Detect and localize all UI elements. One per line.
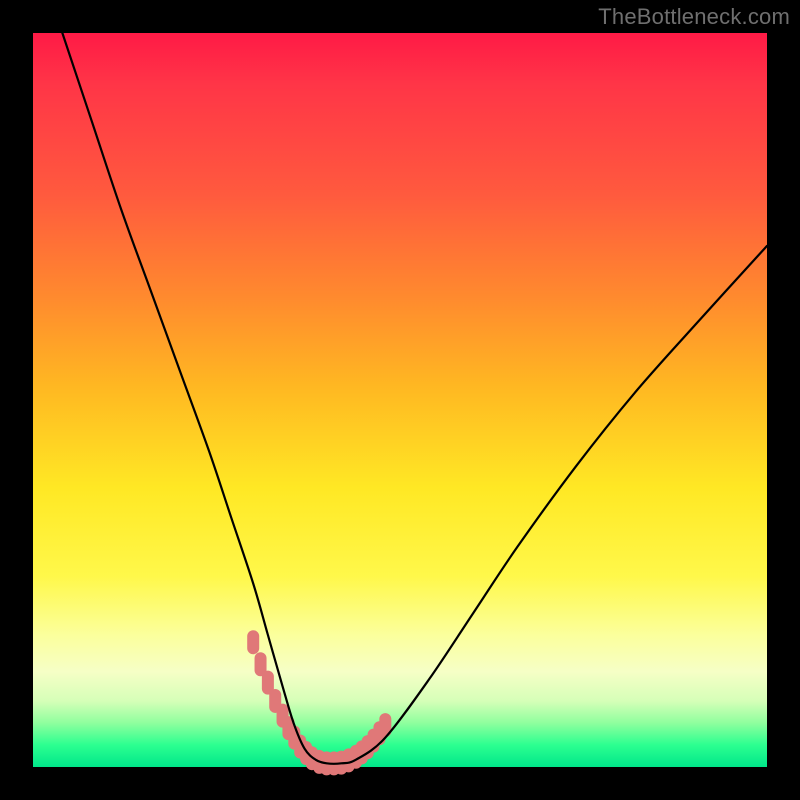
plot-area [33,33,767,767]
reference-marker [247,630,259,654]
bottleneck-curve [62,33,767,764]
chart-svg [33,33,767,767]
reference-markers [247,630,391,775]
watermark-text: TheBottleneck.com [598,4,790,30]
chart-frame: TheBottleneck.com [0,0,800,800]
